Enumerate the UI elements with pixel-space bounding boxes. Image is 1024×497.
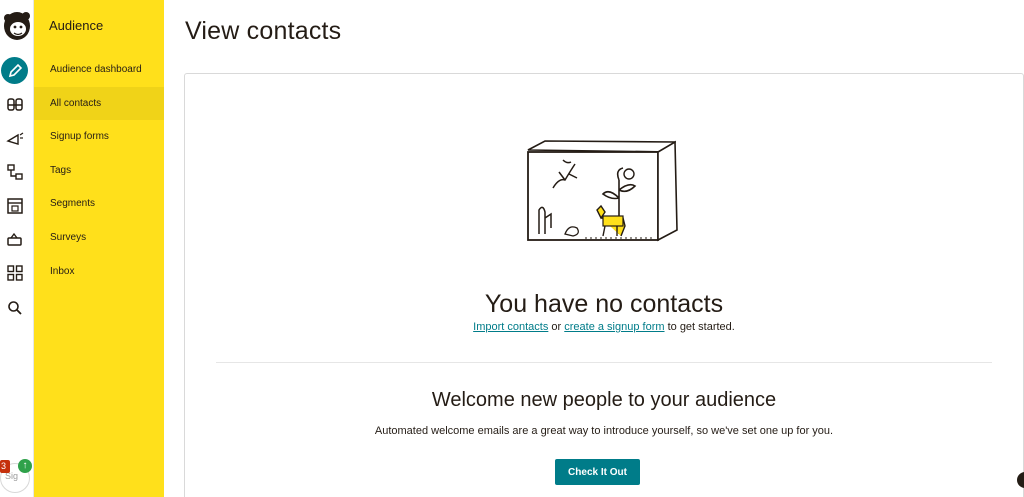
create-pencil-icon[interactable] bbox=[1, 57, 28, 84]
icon-rail: Sig 3 ↑ bbox=[0, 0, 34, 497]
upgrade-arrow-icon[interactable]: ↑ bbox=[18, 459, 32, 473]
empty-terrarium-illustration bbox=[527, 140, 678, 242]
audience-sidebar: Audience Audience dashboard All contacts… bbox=[34, 0, 164, 497]
sidebar-item-signup-forms[interactable]: Signup forms bbox=[34, 120, 164, 153]
sidebar-item-segments[interactable]: Segments bbox=[34, 187, 164, 220]
welcome-subtext: Automated welcome emails are a great way… bbox=[374, 425, 834, 437]
automations-icon[interactable] bbox=[3, 160, 27, 184]
sidebar-title: Audience bbox=[49, 18, 104, 33]
sidebar-item-all-contacts[interactable]: All contacts bbox=[34, 87, 164, 120]
content-icon[interactable] bbox=[3, 228, 27, 252]
integrations-grid-icon[interactable] bbox=[3, 261, 27, 285]
or-text: or bbox=[548, 321, 565, 333]
empty-state-heading: You have no contacts bbox=[484, 290, 724, 318]
notification-badge[interactable]: 3 bbox=[0, 460, 10, 473]
mailchimp-logo[interactable] bbox=[1, 6, 32, 42]
sidebar-item-audience-dashboard[interactable]: Audience dashboard bbox=[34, 53, 164, 86]
welcome-heading: Welcome new people to your audience bbox=[431, 389, 777, 411]
empty-state-subtext: Import contacts or create a signup form … bbox=[184, 321, 1024, 333]
website-icon[interactable] bbox=[3, 194, 27, 218]
get-started-text: to get started. bbox=[664, 321, 735, 333]
sidebar-item-surveys[interactable]: Surveys bbox=[34, 221, 164, 254]
section-divider bbox=[216, 362, 992, 363]
search-icon[interactable] bbox=[3, 296, 27, 320]
check-it-out-button[interactable]: Check It Out bbox=[555, 459, 640, 485]
sidebar-item-tags[interactable]: Tags bbox=[34, 154, 164, 187]
page-title: View contacts bbox=[185, 17, 342, 45]
create-signup-form-link[interactable]: create a signup form bbox=[564, 321, 664, 333]
import-contacts-link[interactable]: Import contacts bbox=[473, 321, 548, 333]
sidebar-item-inbox[interactable]: Inbox bbox=[34, 255, 164, 288]
audience-icon[interactable] bbox=[3, 92, 27, 116]
campaigns-icon[interactable] bbox=[3, 126, 27, 150]
